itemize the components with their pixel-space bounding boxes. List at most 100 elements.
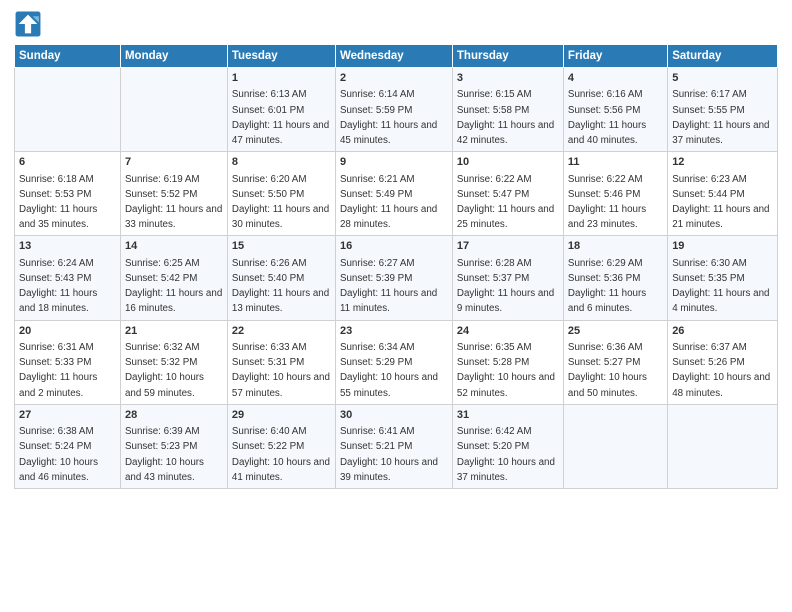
day-detail: Sunrise: 6:41 AMSunset: 5:21 PMDaylight:… — [340, 426, 438, 483]
page: SundayMondayTuesdayWednesdayThursdayFrid… — [0, 0, 792, 612]
day-number: 23 — [340, 324, 448, 339]
day-detail: Sunrise: 6:21 AMSunset: 5:49 PMDaylight:… — [340, 174, 437, 231]
day-detail: Sunrise: 6:39 AMSunset: 5:23 PMDaylight:… — [125, 426, 204, 483]
day-detail: Sunrise: 6:38 AMSunset: 5:24 PMDaylight:… — [19, 426, 98, 483]
calendar-cell — [120, 68, 227, 152]
calendar-cell: 28Sunrise: 6:39 AMSunset: 5:23 PMDayligh… — [120, 404, 227, 488]
day-number: 5 — [672, 71, 773, 86]
day-number: 25 — [568, 324, 663, 339]
calendar-cell: 27 Sunrise: 6:38 AMSunset: 5:24 PMDayligh… — [15, 404, 121, 488]
calendar-cell: 29Sunrise: 6:40 AMSunset: 5:22 PMDayligh… — [227, 404, 335, 488]
day-detail: Sunrise: 6:22 AMSunset: 5:46 PMDaylight:… — [568, 174, 646, 231]
day-detail: Sunrise: 6:26 AMSunset: 5:40 PMDaylight:… — [232, 258, 329, 315]
day-number: 21 — [125, 324, 223, 339]
day-number: 9 — [340, 155, 448, 170]
day-number: 2 — [340, 71, 448, 86]
weekday-header-tuesday: Tuesday — [227, 45, 335, 68]
day-detail: Sunrise: 6:14 AMSunset: 5:59 PMDaylight:… — [340, 89, 437, 146]
day-number: 1 — [232, 71, 331, 86]
day-number: 18 — [568, 239, 663, 254]
day-detail: Sunrise: 6:19 AMSunset: 5:52 PMDaylight:… — [125, 174, 222, 231]
day-number: 27 — [19, 408, 116, 423]
weekday-header-friday: Friday — [563, 45, 667, 68]
weekday-header-saturday: Saturday — [668, 45, 778, 68]
day-number: 31 — [457, 408, 559, 423]
calendar-cell: 6 Sunrise: 6:18 AMSunset: 5:53 PMDaylight… — [15, 152, 121, 236]
day-number: 16 — [340, 239, 448, 254]
calendar-cell: 16 Sunrise: 6:27 AMSunset: 5:39 PMDayligh… — [335, 236, 452, 320]
day-number: 17 — [457, 239, 559, 254]
calendar-cell: 10 Sunrise: 6:22 AMSunset: 5:47 PMDayligh… — [452, 152, 563, 236]
day-number: 15 — [232, 239, 331, 254]
week-row-2: 6 Sunrise: 6:18 AMSunset: 5:53 PMDaylight… — [15, 152, 778, 236]
calendar-cell: 1 Sunrise: 6:13 AMSunset: 6:01 PMDaylight… — [227, 68, 335, 152]
week-row-5: 27 Sunrise: 6:38 AMSunset: 5:24 PMDayligh… — [15, 404, 778, 488]
calendar-cell — [15, 68, 121, 152]
calendar-cell — [668, 404, 778, 488]
day-detail: Sunrise: 6:16 AMSunset: 5:56 PMDaylight:… — [568, 89, 646, 146]
day-detail: Sunrise: 6:13 AMSunset: 6:01 PMDaylight:… — [232, 89, 329, 146]
weekday-header-sunday: Sunday — [15, 45, 121, 68]
weekday-header-thursday: Thursday — [452, 45, 563, 68]
day-number: 6 — [19, 155, 116, 170]
day-detail: Sunrise: 6:31 AMSunset: 5:33 PMDaylight:… — [19, 342, 97, 399]
calendar-cell: 9 Sunrise: 6:21 AMSunset: 5:49 PMDaylight… — [335, 152, 452, 236]
calendar-header: SundayMondayTuesdayWednesdayThursdayFrid… — [15, 45, 778, 68]
week-row-3: 13 Sunrise: 6:24 AMSunset: 5:43 PMDayligh… — [15, 236, 778, 320]
weekday-row: SundayMondayTuesdayWednesdayThursdayFrid… — [15, 45, 778, 68]
day-number: 30 — [340, 408, 448, 423]
logo — [14, 10, 46, 38]
weekday-header-monday: Monday — [120, 45, 227, 68]
week-row-4: 20 Sunrise: 6:31 AMSunset: 5:33 PMDayligh… — [15, 320, 778, 404]
calendar-body: 1 Sunrise: 6:13 AMSunset: 6:01 PMDaylight… — [15, 68, 778, 489]
day-detail: Sunrise: 6:22 AMSunset: 5:47 PMDaylight:… — [457, 174, 554, 231]
day-number: 26 — [672, 324, 773, 339]
calendar-cell: 21 Sunrise: 6:32 AMSunset: 5:32 PMDayligh… — [120, 320, 227, 404]
calendar-cell: 3Sunrise: 6:15 AMSunset: 5:58 PMDaylight… — [452, 68, 563, 152]
day-detail: Sunrise: 6:32 AMSunset: 5:32 PMDaylight:… — [125, 342, 204, 399]
day-number: 3 — [457, 71, 559, 86]
calendar-cell: 12 Sunrise: 6:23 AMSunset: 5:44 PMDayligh… — [668, 152, 778, 236]
day-number: 29 — [232, 408, 331, 423]
calendar-cell: 26 Sunrise: 6:37 AMSunset: 5:26 PMDayligh… — [668, 320, 778, 404]
day-detail: Sunrise: 6:28 AMSunset: 5:37 PMDaylight:… — [457, 258, 554, 315]
day-detail: Sunrise: 6:34 AMSunset: 5:29 PMDaylight:… — [340, 342, 438, 399]
calendar-cell — [563, 404, 667, 488]
day-detail: Sunrise: 6:36 AMSunset: 5:27 PMDaylight:… — [568, 342, 647, 399]
day-number: 11 — [568, 155, 663, 170]
calendar-cell: 11 Sunrise: 6:22 AMSunset: 5:46 PMDayligh… — [563, 152, 667, 236]
day-detail: Sunrise: 6:23 AMSunset: 5:44 PMDaylight:… — [672, 174, 769, 231]
calendar-cell: 13 Sunrise: 6:24 AMSunset: 5:43 PMDayligh… — [15, 236, 121, 320]
day-detail: Sunrise: 6:17 AMSunset: 5:55 PMDaylight:… — [672, 89, 769, 146]
calendar-cell: 7 Sunrise: 6:19 AMSunset: 5:52 PMDaylight… — [120, 152, 227, 236]
day-number: 8 — [232, 155, 331, 170]
day-detail: Sunrise: 6:30 AMSunset: 5:35 PMDaylight:… — [672, 258, 769, 315]
calendar-cell: 19Sunrise: 6:30 AMSunset: 5:35 PMDayligh… — [668, 236, 778, 320]
week-row-1: 1 Sunrise: 6:13 AMSunset: 6:01 PMDaylight… — [15, 68, 778, 152]
day-detail: Sunrise: 6:18 AMSunset: 5:53 PMDaylight:… — [19, 174, 97, 231]
day-detail: Sunrise: 6:35 AMSunset: 5:28 PMDaylight:… — [457, 342, 555, 399]
calendar-cell: 2 Sunrise: 6:14 AMSunset: 5:59 PMDaylight… — [335, 68, 452, 152]
day-detail: Sunrise: 6:37 AMSunset: 5:26 PMDaylight:… — [672, 342, 770, 399]
calendar-cell: 18Sunrise: 6:29 AMSunset: 5:36 PMDayligh… — [563, 236, 667, 320]
day-detail: Sunrise: 6:24 AMSunset: 5:43 PMDaylight:… — [19, 258, 97, 315]
day-number: 10 — [457, 155, 559, 170]
logo-icon — [14, 10, 42, 38]
calendar-cell: 23 Sunrise: 6:34 AMSunset: 5:29 PMDayligh… — [335, 320, 452, 404]
day-number: 20 — [19, 324, 116, 339]
day-number: 13 — [19, 239, 116, 254]
day-number: 12 — [672, 155, 773, 170]
day-number: 22 — [232, 324, 331, 339]
header — [14, 10, 778, 38]
calendar-cell: 24Sunrise: 6:35 AMSunset: 5:28 PMDayligh… — [452, 320, 563, 404]
day-detail: Sunrise: 6:33 AMSunset: 5:31 PMDaylight:… — [232, 342, 330, 399]
calendar-cell: 31Sunrise: 6:42 AMSunset: 5:20 PMDayligh… — [452, 404, 563, 488]
day-number: 14 — [125, 239, 223, 254]
calendar-cell: 22 Sunrise: 6:33 AMSunset: 5:31 PMDayligh… — [227, 320, 335, 404]
day-detail: Sunrise: 6:27 AMSunset: 5:39 PMDaylight:… — [340, 258, 437, 315]
calendar-cell: 17 Sunrise: 6:28 AMSunset: 5:37 PMDayligh… — [452, 236, 563, 320]
calendar-cell: 14Sunrise: 6:25 AMSunset: 5:42 PMDayligh… — [120, 236, 227, 320]
day-number: 7 — [125, 155, 223, 170]
calendar-cell: 8Sunrise: 6:20 AMSunset: 5:50 PMDaylight… — [227, 152, 335, 236]
day-number: 4 — [568, 71, 663, 86]
